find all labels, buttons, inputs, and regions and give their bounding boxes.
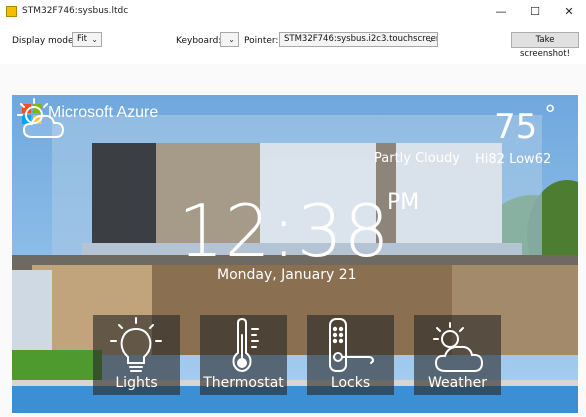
app-icon <box>6 6 17 17</box>
hi-label: Hi <box>475 152 489 167</box>
keyboard-label: Keyboard: <box>176 36 222 46</box>
minimize-button[interactable]: — <box>484 0 518 24</box>
partly-cloudy-icon <box>17 98 65 138</box>
tile-label: Thermostat <box>203 375 284 391</box>
low-value: 62 <box>534 152 552 167</box>
device-screen[interactable]: Microsoft Azure 75 ° Partly Cloudy Hi82 … <box>12 95 578 413</box>
close-button[interactable]: ✕ <box>552 0 586 24</box>
degree-symbol: ° <box>545 99 556 129</box>
display-mode-select[interactable]: Fit ⌄ <box>72 32 102 47</box>
pointer-value: STM32F746:sysbus.i2c3.touchscreen <box>284 34 438 44</box>
tile-thermostat[interactable]: Thermostat <box>200 315 287 395</box>
chevron-down-icon: ⌄ <box>228 35 235 44</box>
clock-ampm: PM <box>387 190 420 215</box>
tile-label: Weather <box>428 375 487 391</box>
display-mode-label: Display mode: <box>12 36 77 46</box>
chevron-down-icon: ⌄ <box>427 35 434 44</box>
tile-weather[interactable]: Weather <box>414 315 501 395</box>
chevron-down-icon: ⌄ <box>91 35 98 44</box>
display-mode-value: Fit <box>77 34 87 44</box>
tile-locks[interactable]: Locks <box>307 315 394 395</box>
low-label: Low <box>509 152 535 167</box>
keyboard-select[interactable]: ⌄ <box>220 32 239 47</box>
hi-low-temperature: Hi82 Low62 <box>475 152 551 167</box>
maximize-button[interactable]: ☐ <box>518 0 552 24</box>
window-title: STM32F746:sysbus.ltdc <box>22 6 129 16</box>
pointer-label: Pointer: <box>244 36 279 46</box>
tile-lights[interactable]: Lights <box>93 315 180 395</box>
pointer-select[interactable]: STM32F746:sysbus.i2c3.touchscreen ⌄ <box>279 32 438 47</box>
clock-time: 12:38 <box>178 189 391 273</box>
take-screenshot-button[interactable]: Take screenshot! <box>511 32 579 59</box>
tile-label: Locks <box>330 375 371 391</box>
clock-date: Monday, January 21 <box>217 267 357 283</box>
hi-value: 82 <box>488 152 505 167</box>
temperature-value: 75 <box>494 107 538 147</box>
weather-condition: Partly Cloudy <box>374 151 460 166</box>
toolbar: Display mode: Fit ⌄ Keyboard: ⌄ Pointer:… <box>0 24 586 64</box>
title-bar: STM32F746:sysbus.ltdc — ☐ ✕ <box>0 0 586 24</box>
tile-label: Lights <box>115 375 158 391</box>
